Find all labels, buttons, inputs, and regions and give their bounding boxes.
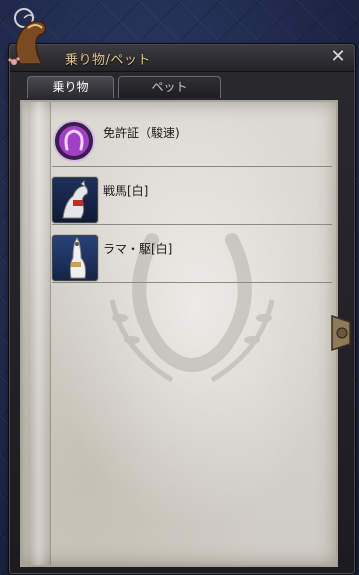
list-item-llama[interactable]: ラマ・駆[白]: [52, 232, 332, 283]
white-warhorse-icon: [52, 177, 98, 223]
window-title: 乗り物/ペット: [65, 53, 151, 68]
window-titlebar[interactable]: 乗り物/ペット ✕: [10, 45, 354, 72]
close-icon[interactable]: ✕: [328, 47, 348, 67]
horse-emblem-icon: [8, 8, 47, 65]
horseshoe-badge-icon: [52, 119, 96, 163]
item-label-license: 免許証（駿速): [103, 126, 180, 140]
page-clasp-icon: [331, 314, 351, 352]
list-item-license[interactable]: 免許証（駿速): [52, 116, 332, 167]
tab-pets[interactable]: ペット: [118, 76, 221, 98]
item-label-llama: ラマ・駆[白]: [103, 242, 173, 256]
book-page: 免許証（駿速) 戦馬[白] ラマ・駆[白]: [20, 100, 338, 567]
item-label-warhorse: 戦馬[白]: [103, 184, 149, 198]
list-item-warhorse[interactable]: 戦馬[白]: [52, 174, 332, 225]
white-llama-icon: [52, 235, 98, 281]
book-spine: [28, 102, 51, 565]
tab-mounts[interactable]: 乗り物: [27, 76, 114, 98]
